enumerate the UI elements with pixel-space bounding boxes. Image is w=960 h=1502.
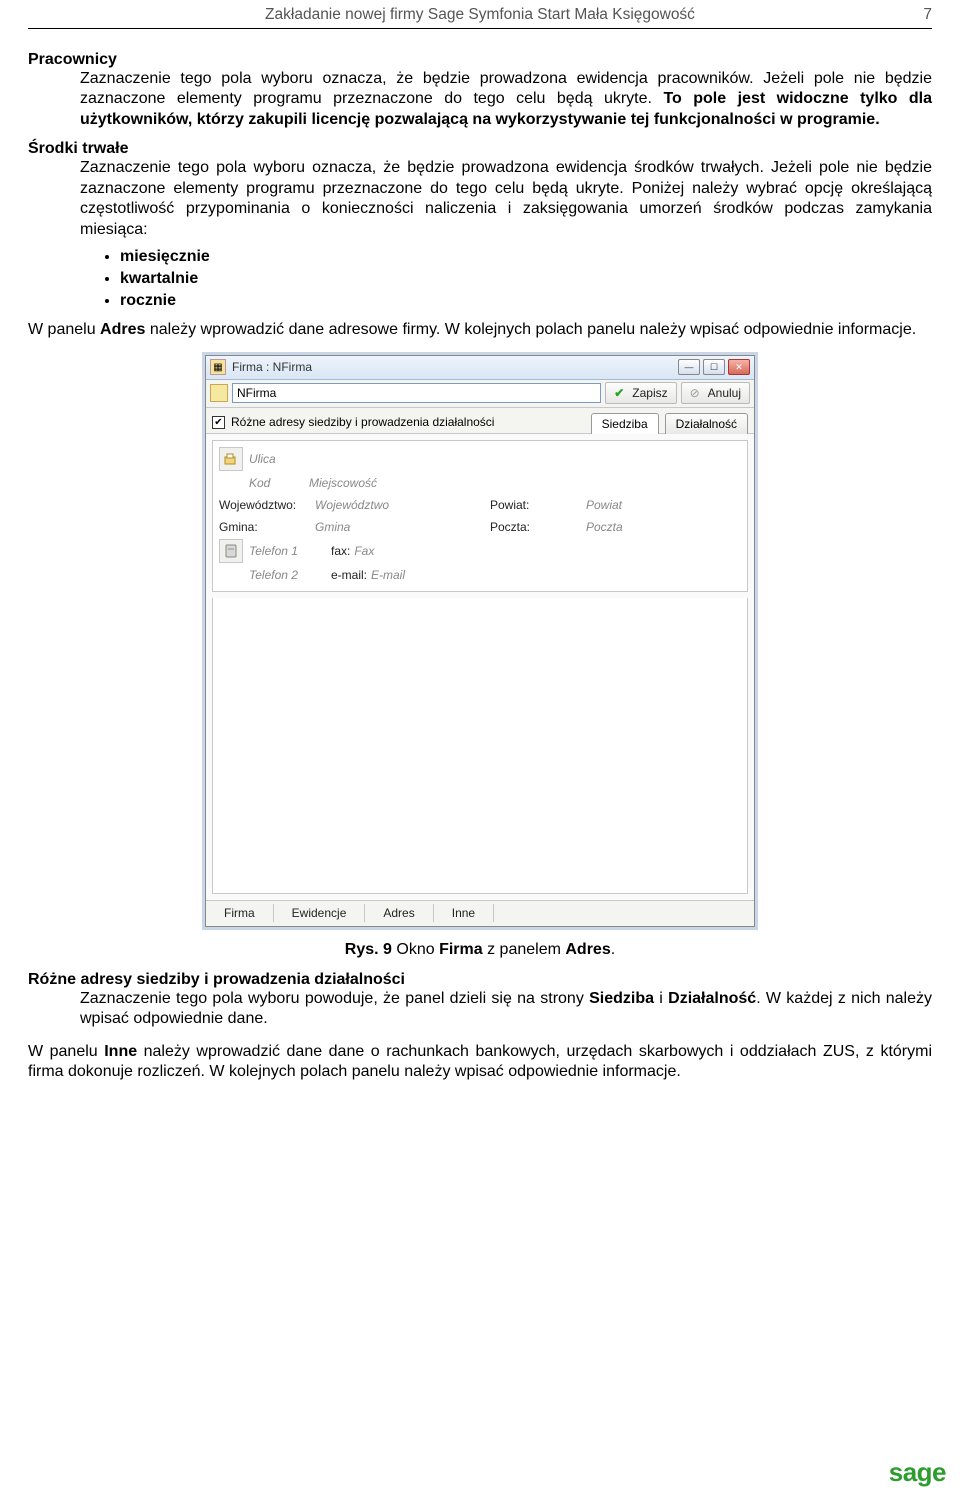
paragraph-inne: W panelu Inne należy wprowadzić dane dan…	[28, 1042, 932, 1083]
heading-rozne: Różne adresy siedziby i prowadzenia dzia…	[28, 971, 932, 989]
heading-srodki: Środki trwałe	[28, 140, 932, 158]
commune-field[interactable]: Gmina	[315, 520, 350, 534]
save-button[interactable]: ✔ Zapisz	[605, 382, 676, 404]
paragraph-adres: W panelu Adres należy wprowadzić dane ad…	[28, 320, 932, 340]
btab-ewidencje[interactable]: Ewidencje	[274, 902, 365, 924]
fax-field[interactable]: Fax	[354, 544, 424, 558]
toolbar: ✔ Zapisz ⊘ Anuluj	[206, 380, 754, 408]
post-field[interactable]: Poczta	[586, 520, 623, 534]
firma-window: ▦ Firma : NFirma — ☐ ✕ ✔ Zapisz ⊘ Anuluj	[205, 355, 755, 927]
address-icon	[219, 447, 243, 471]
list-item: miesięcznie	[120, 248, 932, 266]
bottom-tabs: Firma Ewidencje Adres Inne	[206, 900, 754, 926]
btab-inne[interactable]: Inne	[434, 902, 493, 924]
bullet-list: miesięcznie kwartalnie rocznie	[120, 248, 932, 310]
figure-caption: Rys. 9 Okno Firma z panelem Adres.	[28, 941, 932, 959]
maximize-button[interactable]: ☐	[703, 359, 725, 375]
tabs-row: ✔ Różne adresy siedziby i prowadzenia dz…	[206, 408, 754, 434]
phone2-field[interactable]: Telefon 2	[249, 568, 319, 582]
list-item: kwartalnie	[120, 270, 932, 288]
postcode-field[interactable]: Kod	[249, 476, 309, 490]
different-addresses-checkbox[interactable]: ✔	[212, 416, 225, 429]
phone-icon	[219, 539, 243, 563]
county-field[interactable]: Powiat	[586, 498, 622, 512]
cancel-button[interactable]: ⊘ Anuluj	[681, 382, 750, 404]
street-field[interactable]: Ulica	[249, 452, 276, 466]
tab-dzialalnosc[interactable]: Działalność	[665, 413, 748, 434]
company-name-input[interactable]	[232, 383, 601, 403]
titlebar[interactable]: ▦ Firma : NFirma — ☐ ✕	[206, 356, 754, 380]
address-panel: Ulica Kod Miejscowość Województwo:Wojewó…	[212, 440, 748, 592]
header-title: Zakładanie nowej firmy Sage Symfonia Sta…	[58, 6, 902, 24]
btab-adres[interactable]: Adres	[365, 902, 432, 924]
minimize-button[interactable]: —	[678, 359, 700, 375]
window-icon: ▦	[210, 359, 226, 375]
city-field[interactable]: Miejscowość	[309, 476, 377, 490]
paragraph-rozne: Zaznaczenie tego pola wyboru powoduje, ż…	[80, 989, 932, 1030]
btab-firma[interactable]: Firma	[206, 902, 273, 924]
checkbox-label: Różne adresy siedziby i prowadzenia dzia…	[231, 415, 494, 429]
list-item: rocznie	[120, 292, 932, 310]
heading-pracownicy: Pracownicy	[28, 51, 932, 69]
empty-area	[212, 598, 748, 894]
voivodeship-field[interactable]: Województwo	[315, 498, 389, 512]
phone1-field[interactable]: Telefon 1	[249, 544, 319, 558]
email-field[interactable]: E-mail	[371, 568, 441, 582]
name-icon	[210, 384, 228, 402]
paragraph-pracownicy: Zaznaczenie tego pola wyboru oznacza, że…	[80, 69, 932, 130]
sage-logo: sage	[889, 1457, 946, 1488]
window-title: Firma : NFirma	[232, 360, 678, 374]
close-button[interactable]: ✕	[728, 359, 750, 375]
paragraph-srodki: Zaznaczenie tego pola wyboru oznacza, że…	[80, 158, 932, 240]
tab-siedziba[interactable]: Siedziba	[591, 413, 659, 434]
cancel-icon: ⊘	[690, 386, 704, 400]
check-icon: ✔	[614, 386, 628, 400]
page-number: 7	[902, 6, 932, 24]
page-header: Zakładanie nowej firmy Sage Symfonia Sta…	[28, 0, 932, 29]
